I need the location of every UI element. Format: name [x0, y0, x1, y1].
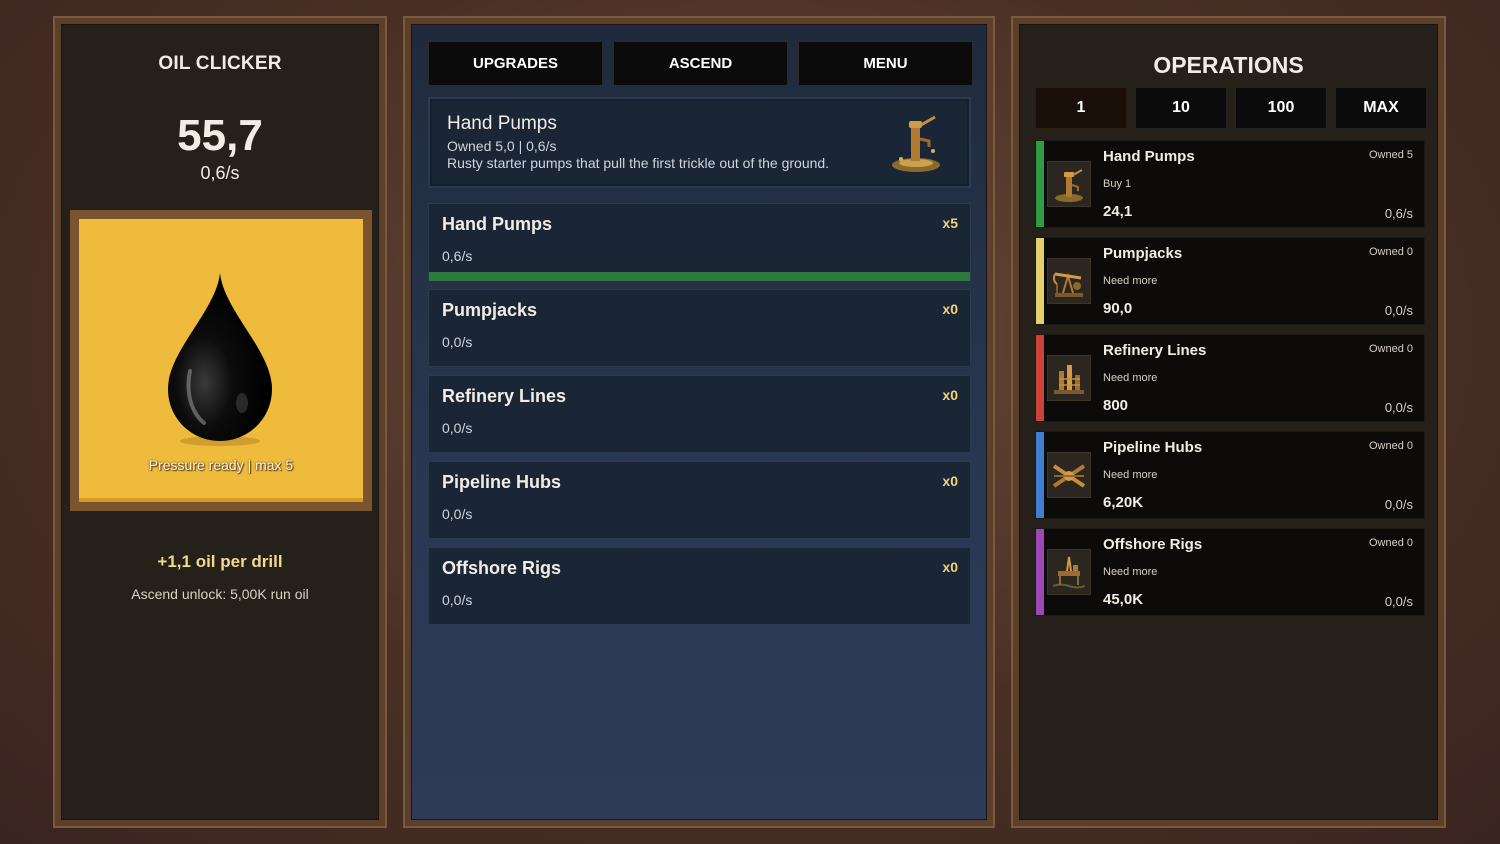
production-row-offshore-rigs: Offshore Rigs 0,0/s x0 [428, 547, 971, 625]
operation-buy-status: Need more [1103, 372, 1158, 384]
operation-owned: Owned 0 [1368, 440, 1413, 452]
production-rate: 0,6/s [442, 248, 473, 264]
selected-building-detail: Hand Pumps Owned 5,0 | 0,6/s Rusty start… [428, 97, 971, 188]
production-name: Hand Pumps [442, 214, 553, 234]
operation-name: Offshore Rigs [1103, 536, 1203, 553]
production-count: x5 [942, 215, 958, 231]
tab-upgrades[interactable]: UPGRADES [428, 41, 603, 86]
operations-panel-inner: OPERATIONS 1 10 100 MAX Hand Pumps Owned… [1019, 24, 1438, 820]
operation-thumbnail [1047, 452, 1091, 498]
production-row-pumpjacks: Pumpjacks 0,0/s x0 [428, 289, 971, 367]
production-rate: 0,0/s [442, 592, 473, 608]
operation-owned: Owned 0 [1368, 537, 1413, 549]
production-name: Pumpjacks [442, 300, 538, 320]
operation-rate: 0,0/s [1384, 497, 1413, 512]
pressure-status: Pressure ready | max 5 [148, 457, 294, 473]
main-tabs: UPGRADES ASCEND MENU [428, 41, 973, 86]
operation-thumbnail [1047, 355, 1091, 401]
operation-color-stripe [1036, 335, 1044, 421]
operations-panel: OPERATIONS 1 10 100 MAX Hand Pumps Owned… [1011, 16, 1446, 828]
operation-cost: 24,1 [1103, 203, 1133, 220]
quantity-max-button[interactable]: MAX [1335, 87, 1427, 129]
production-rate: 0,0/s [442, 334, 473, 350]
operation-owned: Owned 0 [1368, 343, 1413, 355]
hand-pump-icon [892, 115, 940, 172]
operation-name: Pumpjacks [1103, 245, 1183, 262]
operation-refinery-lines[interactable]: Refinery Lines Owned 0 Need more 800 0,0… [1035, 334, 1425, 422]
production-count: x0 [942, 559, 958, 575]
production-name: Offshore Rigs [442, 558, 562, 578]
buy-quantity-selector: 1 10 100 MAX [1035, 87, 1427, 129]
operation-buy-status: Need more [1103, 275, 1158, 287]
operation-thumbnail [1047, 258, 1091, 304]
operation-cost: 6,20K [1103, 494, 1144, 511]
detail-name: Hand Pumps [447, 113, 557, 134]
detail-owned: Owned 5,0 | 0,6/s [447, 138, 557, 154]
oil-clicker-panel: OIL CLICKER 55,7 0,6/s Pressure ready | … [53, 16, 387, 828]
operation-owned: Owned 0 [1368, 246, 1413, 258]
operation-pumpjacks[interactable]: Pumpjacks Owned 0 Need more 90,0 0,0/s [1035, 237, 1425, 325]
offshore-rig-icon [1052, 556, 1086, 589]
production-row-refinery-lines: Refinery Lines 0,0/s x0 [428, 375, 971, 453]
operation-hand-pumps[interactable]: Hand Pumps Owned 5 Buy 1 24,1 0,6/s [1035, 140, 1425, 228]
operation-owned: Owned 5 [1368, 149, 1413, 161]
operation-pipeline-hubs[interactable]: Pipeline Hubs Owned 0 Need more 6,20K 0,… [1035, 431, 1425, 519]
production-progress-bar [429, 272, 970, 281]
quantity-10-button[interactable]: 10 [1135, 87, 1227, 129]
production-panel: UPGRADES ASCEND MENU Hand Pumps Owned 5,… [403, 16, 995, 828]
production-count: x0 [942, 387, 958, 403]
oil-per-drill: +1,1 oil per drill [157, 552, 283, 571]
operation-cost: 800 [1103, 397, 1129, 414]
production-name: Pipeline Hubs [442, 472, 562, 492]
operation-rate: 0,0/s [1384, 594, 1413, 609]
oil-rate: 0,6/s [200, 163, 240, 183]
operation-offshore-rigs[interactable]: Offshore Rigs Owned 0 Need more 45,0K 0,… [1035, 528, 1425, 616]
production-rate: 0,0/s [442, 506, 473, 522]
production-panel-inner: UPGRADES ASCEND MENU Hand Pumps Owned 5,… [411, 24, 987, 820]
operation-name: Refinery Lines [1103, 342, 1207, 359]
operation-thumbnail [1047, 161, 1091, 207]
operation-buy-status: Need more [1103, 469, 1158, 481]
quantity-1-button[interactable]: 1 [1035, 87, 1127, 129]
operation-color-stripe [1036, 529, 1044, 615]
tab-menu[interactable]: MENU [798, 41, 973, 86]
hand-pump-icon [1055, 169, 1083, 202]
operation-buy-status: Buy 1 [1103, 178, 1132, 190]
pumpjack-icon [1052, 272, 1083, 297]
operation-thumbnail [1047, 549, 1091, 595]
quantity-100-button[interactable]: 100 [1235, 87, 1327, 129]
production-rate: 0,0/s [442, 420, 473, 436]
production-row-hand-pumps: Hand Pumps 0,6/s x5 [428, 203, 971, 281]
operation-cost: 45,0K [1103, 591, 1144, 608]
game-title: OIL CLICKER [158, 53, 282, 74]
oil-drop-icon [168, 273, 272, 446]
production-count: x0 [942, 301, 958, 317]
operation-cost: 90,0 [1103, 300, 1133, 317]
oil-clicker-panel-inner: OIL CLICKER 55,7 0,6/s Pressure ready | … [61, 24, 379, 820]
oil-total: 55,7 [177, 111, 263, 160]
operations-title: OPERATIONS [1153, 52, 1304, 78]
operation-color-stripe [1036, 432, 1044, 518]
detail-description: Rusty starter pumps that pull the first … [447, 155, 830, 171]
production-row-pipeline-hubs: Pipeline Hubs 0,0/s x0 [428, 461, 971, 539]
operation-color-stripe [1036, 141, 1044, 227]
operation-name: Pipeline Hubs [1103, 439, 1203, 456]
operation-rate: 0,0/s [1384, 303, 1413, 318]
operation-rate: 0,0/s [1384, 400, 1413, 415]
operation-name: Hand Pumps [1103, 148, 1195, 165]
refinery-icon [1054, 365, 1084, 394]
production-count: x0 [942, 473, 958, 489]
operation-buy-status: Need more [1103, 566, 1158, 578]
ascend-unlock-requirement: Ascend unlock: 5,00K run oil [131, 586, 309, 602]
pipeline-icon [1052, 464, 1086, 488]
drill-button[interactable]: Pressure ready | max 5 [70, 210, 372, 511]
drill-pad-surface[interactable]: Pressure ready | max 5 [79, 219, 363, 502]
tab-ascend[interactable]: ASCEND [613, 41, 788, 86]
operation-color-stripe [1036, 238, 1044, 324]
production-name: Refinery Lines [442, 386, 567, 406]
operation-rate: 0,6/s [1384, 206, 1413, 221]
